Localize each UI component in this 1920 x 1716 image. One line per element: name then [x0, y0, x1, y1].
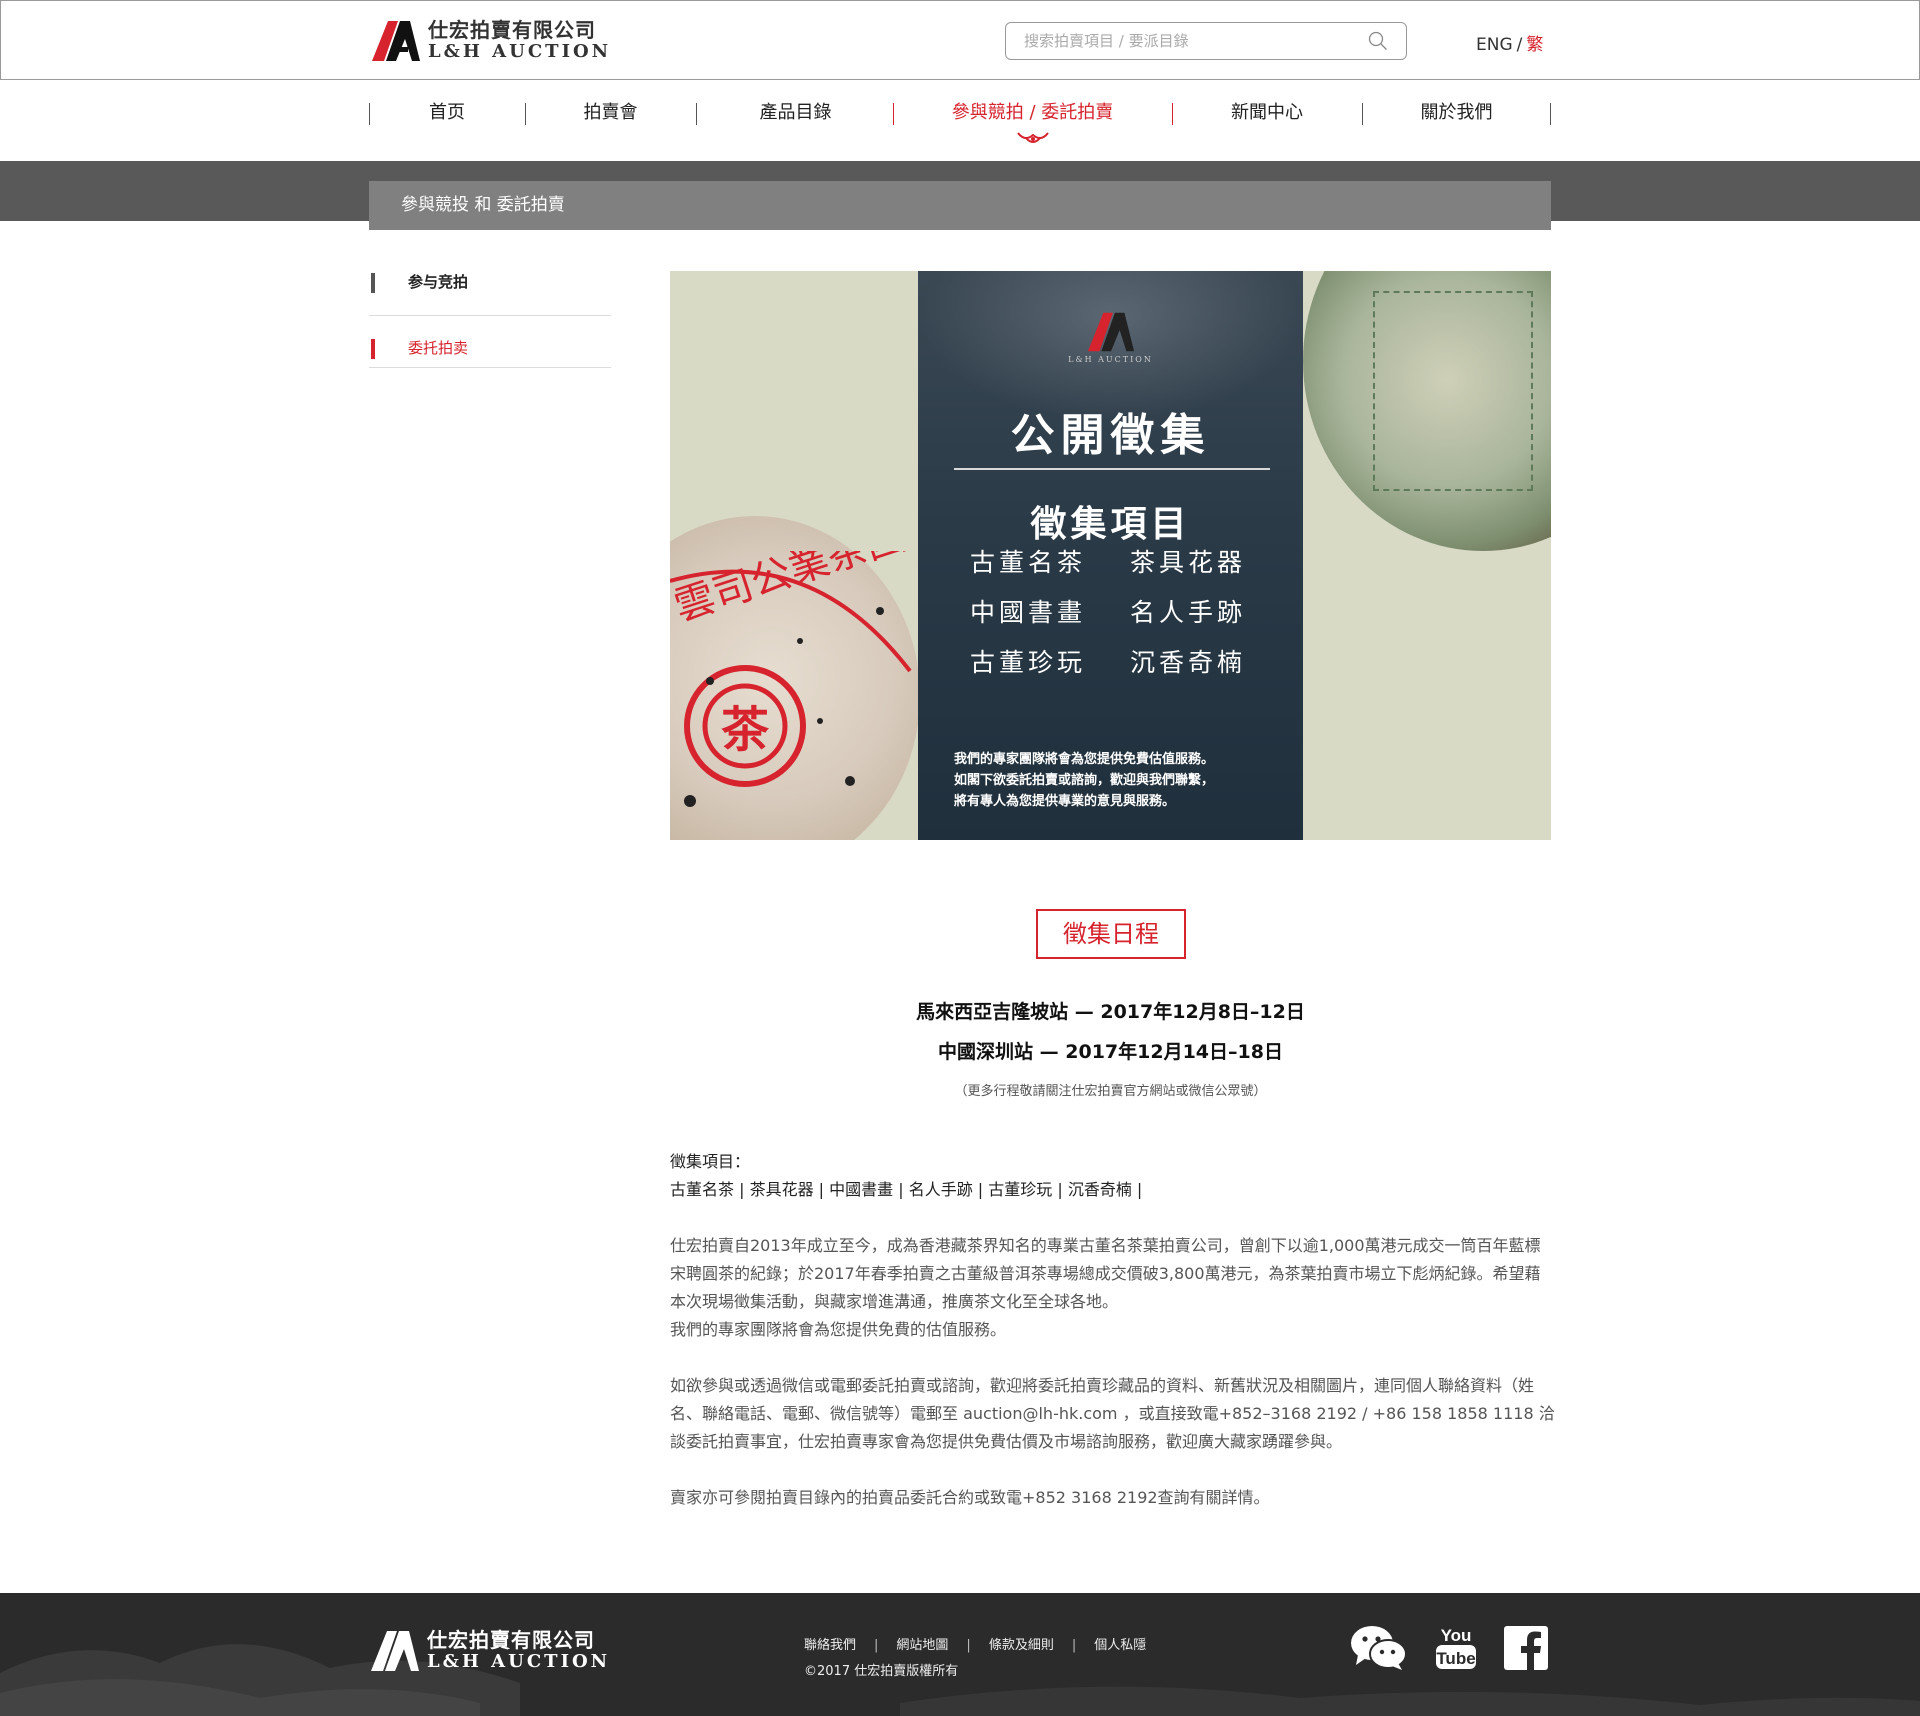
lang-eng-link[interactable]: ENG [1476, 35, 1513, 55]
poster-title: 公開徵集 [1010, 410, 1211, 461]
poster-note-line: 將有專人為您提供專業的意見與服務。 [954, 794, 1176, 809]
intro-paragraph: 仕宏拍賣自2013年成立至今，成為香港藏茶界知名的專業古董名茶葉拍賣公司，曾創下… [670, 1236, 1541, 1311]
poster-item: 古董珍玩 [970, 648, 1087, 677]
footer-links: 聯絡我們 | 網站地圖 | 條款及細則 | 個人私隱 [804, 1634, 1146, 1653]
logo-en-text: L&H AUCTION [428, 41, 612, 62]
poster-subtitle: 徵集項目 [1030, 503, 1191, 545]
svg-text:茶: 茶 [721, 702, 770, 758]
footer-landscape-image [0, 1644, 1920, 1716]
wechat-icon[interactable] [1350, 1625, 1408, 1671]
poster-note-line: 我們的專家團隊將會為您提供免費估值服務。 [954, 752, 1215, 767]
footer-link-separator: | [874, 1638, 879, 1653]
poster-logo-text: L&H AUCTION [1068, 355, 1153, 364]
contact-paragraph: 如欲參與或透過微信或電郵委託拍賣或諮詢，歡迎將委託拍賣珍藏品的資料、新舊狀況及相… [670, 1376, 1555, 1451]
language-switcher: ENG / 繁 [1476, 30, 1543, 55]
footer-link-contact[interactable]: 聯絡我們 [804, 1638, 856, 1653]
search-box [1005, 22, 1407, 60]
footer-logo-mark-icon [371, 1631, 419, 1671]
valuation-paragraph: 我們的專家團隊將會為您提供免費的估值服務。 [670, 1320, 1007, 1339]
site-header: 仕宏拍賣有限公司 L&H AUCTION ENG/繁 [0, 0, 1920, 80]
footer-logo[interactable]: 仕宏拍賣有限公司 L&H AUCTION [369, 1629, 610, 1673]
footer-link-separator: | [966, 1638, 971, 1653]
poster-item: 古董名茶 [970, 548, 1087, 577]
lang-separator: / [1516, 35, 1523, 55]
svg-text:雲司公業茶國: 雲司公業茶國 [670, 551, 911, 631]
sidebar-item-bidding[interactable]: 参与竞拍 [369, 264, 611, 316]
poster-item: 茶具花器 [1130, 548, 1247, 577]
site-footer: 仕宏拍賣有限公司 L&H AUCTION 聯絡我們 | 網站地圖 | 條款及細則 | 個人私… [0, 1593, 1920, 1716]
nav-item-home[interactable]: 首页 [369, 100, 525, 128]
poster-note-line: 如閣下欲委託拍賣或諮詢，歡迎與我們聯繫， [954, 773, 1215, 788]
logo-cn-text: 仕宏拍賣有限公司 [428, 18, 596, 42]
search-input[interactable] [1024, 23, 1364, 59]
poster-item: 中國書畫 [970, 598, 1087, 627]
sidebar-item-consign[interactable]: 委托拍卖 [369, 316, 611, 368]
sidebar: 参与竞拍 委托拍卖 [369, 264, 611, 368]
poster-center-panel: L&H AUCTION 公開徵集 徵集項目 古董名茶 茶具花器 中國書畫 名人手… [918, 271, 1303, 840]
poster-note: 我們的專家團隊將會為您提供免費估值服務。 如閣下欲委託拍賣或諮詢，歡迎與我們聯繫… [954, 749, 1284, 812]
schedule-line-sz: 中國深圳站 — 2017年12月14日–18日 [938, 1041, 1283, 1063]
site-logo[interactable]: 仕宏拍賣有限公司 L&H AUCTION [370, 19, 611, 63]
poster-items: 古董名茶 茶具花器 中國書畫 名人手跡 古董珍玩 沉香奇楠 [970, 543, 1260, 679]
footer-copyright: ©2017 仕宏拍賣版權所有 [804, 1664, 959, 1679]
poster-logo-icon [1087, 312, 1135, 352]
main-nav: 首页 拍賣會 產品目錄 參與競拍 / 委託拍賣 新聞中心 關於我們 [369, 100, 1551, 128]
nav-item-about[interactable]: 關於我們 [1362, 100, 1551, 128]
youtube-icon-text-top: You [1441, 1626, 1472, 1645]
footer-logo-en: L&H AUCTION [427, 1651, 611, 1672]
tea-cake-right-image [1303, 271, 1551, 571]
youtube-icon[interactable]: You Tube [1434, 1625, 1478, 1671]
youtube-icon-text-bottom: Tube [1436, 1649, 1475, 1668]
nav-item-auctions[interactable]: 拍賣會 [525, 100, 696, 128]
schedule-heading: 徵集日程 [1036, 909, 1186, 959]
nav-item-bid-consign[interactable]: 參與競拍 / 委託拍賣 [893, 100, 1172, 128]
footer-link-terms[interactable]: 條款及細則 [989, 1638, 1054, 1653]
consignment-poster: 茶 雲司公業茶國 L&H AUCTION 公開徵集 徵集項目 古董名茶 茶具花器… [670, 271, 1551, 840]
schedule-line-kl: 馬來西亞吉隆坡站 — 2017年12月8日–12日 [916, 1001, 1305, 1023]
nav-active-ornament-icon [1017, 132, 1049, 143]
footer-logo-cn: 仕宏拍賣有限公司 [427, 1628, 595, 1652]
poster-divider [954, 468, 1270, 470]
nav-item-catalogue[interactable]: 產品目錄 [696, 100, 895, 128]
lang-trad-link[interactable]: 繁 [1526, 35, 1543, 55]
items-label: 徵集項目： [670, 1152, 751, 1171]
footer-link-privacy[interactable]: 個人私隱 [1094, 1638, 1146, 1653]
footer-link-separator: | [1071, 1638, 1077, 1653]
seller-paragraph: 賣家亦可參閱拍賣目錄內的拍賣品委託合約或致電+852 3168 2192查詢有關… [670, 1488, 1270, 1507]
schedule-note: （更多行程敬請關注仕宏拍賣官方網站或微信公眾號） [954, 1084, 1267, 1099]
footer-link-sitemap[interactable]: 網站地圖 [896, 1638, 948, 1653]
page-title: 參與競投 和 委託拍賣 [369, 181, 1551, 230]
items-list: 古董名茶 | 茶具花器 | 中國書畫 | 名人手跡 | 古董珍玩 | 沉香奇楠 … [670, 1180, 1143, 1199]
poster-item: 名人手跡 [1130, 598, 1247, 627]
poster-item: 沉香奇楠 [1130, 648, 1247, 677]
search-icon[interactable] [1368, 31, 1388, 51]
facebook-icon[interactable] [1504, 1626, 1548, 1670]
logo-mark-icon [370, 19, 422, 63]
social-icons: You Tube [1350, 1625, 1574, 1671]
nav-divider [1550, 103, 1551, 125]
nav-item-news[interactable]: 新聞中心 [1172, 100, 1362, 128]
tea-stamp-image: 茶 雲司公業茶國 [670, 551, 912, 807]
